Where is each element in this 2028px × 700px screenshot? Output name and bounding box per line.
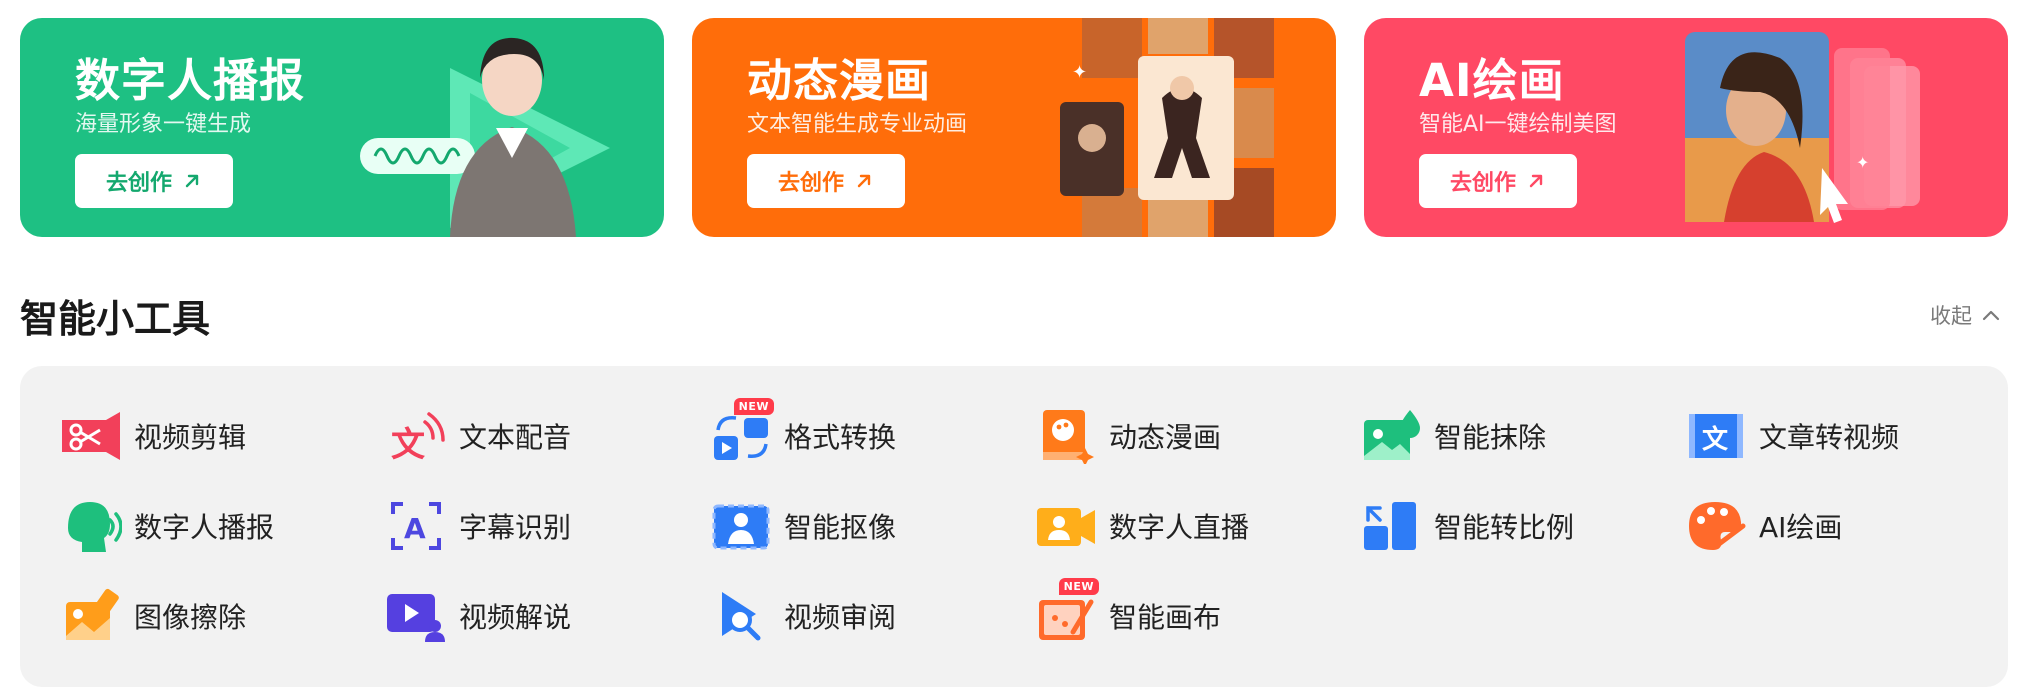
banner-title: 动态漫画 xyxy=(747,54,932,107)
comic-collage-illustration: ✦ xyxy=(1060,18,1274,237)
video-narration-icon xyxy=(385,588,447,644)
smart-erase-icon xyxy=(1360,408,1422,464)
svg-text:文: 文 xyxy=(1702,424,1729,455)
tool-label: 数字人直播 xyxy=(1109,511,1250,544)
tool-label: 数字人播报 xyxy=(134,511,275,544)
tool-digital-human-live[interactable]: 数字人直播 xyxy=(1035,498,1249,554)
tool-label: 智能抠像 xyxy=(784,511,897,544)
video-review-icon xyxy=(710,588,772,644)
tool-label: 文本配音 xyxy=(459,421,572,454)
dynamic-comic-icon xyxy=(1035,408,1097,464)
svg-text:✦: ✦ xyxy=(1072,62,1087,83)
collapse-label: 收起 xyxy=(1930,304,1972,328)
aspect-ratio-icon xyxy=(1360,498,1422,554)
banner-digital-human[interactable]: 数字人播报 海量形象一键生成 去创作 xyxy=(20,18,664,237)
tool-dynamic-comic[interactable]: 动态漫画 xyxy=(1035,408,1221,464)
tool-digital-human[interactable]: 数字人播报 xyxy=(60,498,274,554)
format-convert-icon: NEW xyxy=(710,398,774,464)
banner-subtitle: 海量形象一键生成 xyxy=(75,112,252,137)
tool-label: 图像擦除 xyxy=(134,601,247,634)
svg-text:✦: ✦ xyxy=(1856,153,1869,172)
video-cut-icon xyxy=(60,408,122,464)
tool-video-narration[interactable]: 视频解说 xyxy=(385,588,571,644)
create-button-label: 去创作 xyxy=(105,171,172,196)
tool-smart-canvas[interactable]: NEW 智能画布 xyxy=(1035,578,1222,644)
tools-panel: 视频剪辑 文 文本配音 NEW 格式转换 动态漫画 智能抹除 文 文章转视频 数… xyxy=(20,366,2008,687)
tool-label: 智能画布 xyxy=(1109,601,1222,634)
tool-label: AI绘画 xyxy=(1759,511,1843,544)
arrow-up-right-icon xyxy=(1529,174,1543,188)
svg-text:文: 文 xyxy=(391,425,425,464)
section-title: 智能小工具 xyxy=(20,297,211,341)
image-erase-icon xyxy=(60,588,122,644)
tool-image-erase[interactable]: 图像擦除 xyxy=(60,588,246,644)
digital-human-live-icon xyxy=(1035,498,1097,554)
tool-text-dubbing[interactable]: 文 文本配音 xyxy=(385,408,571,464)
create-button[interactable]: 去创作 xyxy=(747,154,905,208)
banner-row: 数字人播报 海量形象一键生成 去创作 动态漫画 文本智能生成专业动画 去创作 ✦… xyxy=(20,18,2008,237)
new-badge: NEW xyxy=(733,398,774,415)
subtitle-recognition-icon: A xyxy=(385,498,447,554)
tool-label: 智能转比例 xyxy=(1434,511,1575,544)
tool-format-convert[interactable]: NEW 格式转换 xyxy=(710,398,897,464)
ai-paint-icon xyxy=(1685,498,1747,554)
digital-human-illustration xyxy=(360,37,610,237)
create-button-label: 去创作 xyxy=(777,171,844,196)
create-button-label: 去创作 xyxy=(1449,171,1516,196)
banner-title: 数字人播报 xyxy=(75,54,306,107)
tool-label: 字幕识别 xyxy=(459,511,572,544)
text-dubbing-icon: 文 xyxy=(385,408,447,464)
ai-portrait-illustration: ✦ xyxy=(1685,32,1920,223)
svg-text:A: A xyxy=(404,512,426,545)
chevron-up-icon xyxy=(1982,310,2000,321)
tool-smart-matting[interactable]: 智能抠像 xyxy=(710,498,896,554)
tool-aspect-ratio[interactable]: 智能转比例 xyxy=(1360,498,1574,554)
tool-label: 视频剪辑 xyxy=(134,421,247,454)
tool-subtitle-recognition[interactable]: A 字幕识别 xyxy=(385,498,571,554)
smart-matting-icon xyxy=(710,498,772,554)
create-button[interactable]: 去创作 xyxy=(75,154,233,208)
new-badge: NEW xyxy=(1058,578,1099,595)
tool-smart-erase[interactable]: 智能抹除 xyxy=(1360,408,1546,464)
collapse-button[interactable]: 收起 xyxy=(1930,300,2002,330)
arrow-up-right-icon xyxy=(857,174,871,188)
banner-dynamic-comic[interactable]: 动态漫画 文本智能生成专业动画 去创作 ✦ xyxy=(692,18,1336,237)
banner-subtitle: 智能AI一键绘制美图 xyxy=(1419,112,1617,137)
create-button[interactable]: 去创作 xyxy=(1419,154,1577,208)
banner-title: AI绘画 xyxy=(1419,54,1565,107)
tool-ai-paint[interactable]: AI绘画 xyxy=(1685,498,1842,554)
banner-ai-paint[interactable]: AI绘画 智能AI一键绘制美图 去创作 ✦ xyxy=(1364,18,2008,237)
tool-label: 视频审阅 xyxy=(784,601,897,634)
tool-label: 视频解说 xyxy=(459,601,572,634)
tool-video-cut[interactable]: 视频剪辑 xyxy=(60,408,246,464)
smart-canvas-icon: NEW xyxy=(1035,578,1099,644)
tool-label: 动态漫画 xyxy=(1109,421,1222,454)
article-to-video-icon: 文 xyxy=(1685,408,1747,464)
banner-subtitle: 文本智能生成专业动画 xyxy=(747,112,968,137)
tool-video-review[interactable]: 视频审阅 xyxy=(710,588,896,644)
tool-label: 文章转视频 xyxy=(1759,421,1900,454)
digital-human-icon xyxy=(60,498,122,554)
tool-label: 格式转换 xyxy=(784,421,897,454)
tool-label: 智能抹除 xyxy=(1434,421,1547,454)
arrow-up-right-icon xyxy=(185,174,199,188)
tool-article-to-video[interactable]: 文 文章转视频 xyxy=(1685,408,1899,464)
